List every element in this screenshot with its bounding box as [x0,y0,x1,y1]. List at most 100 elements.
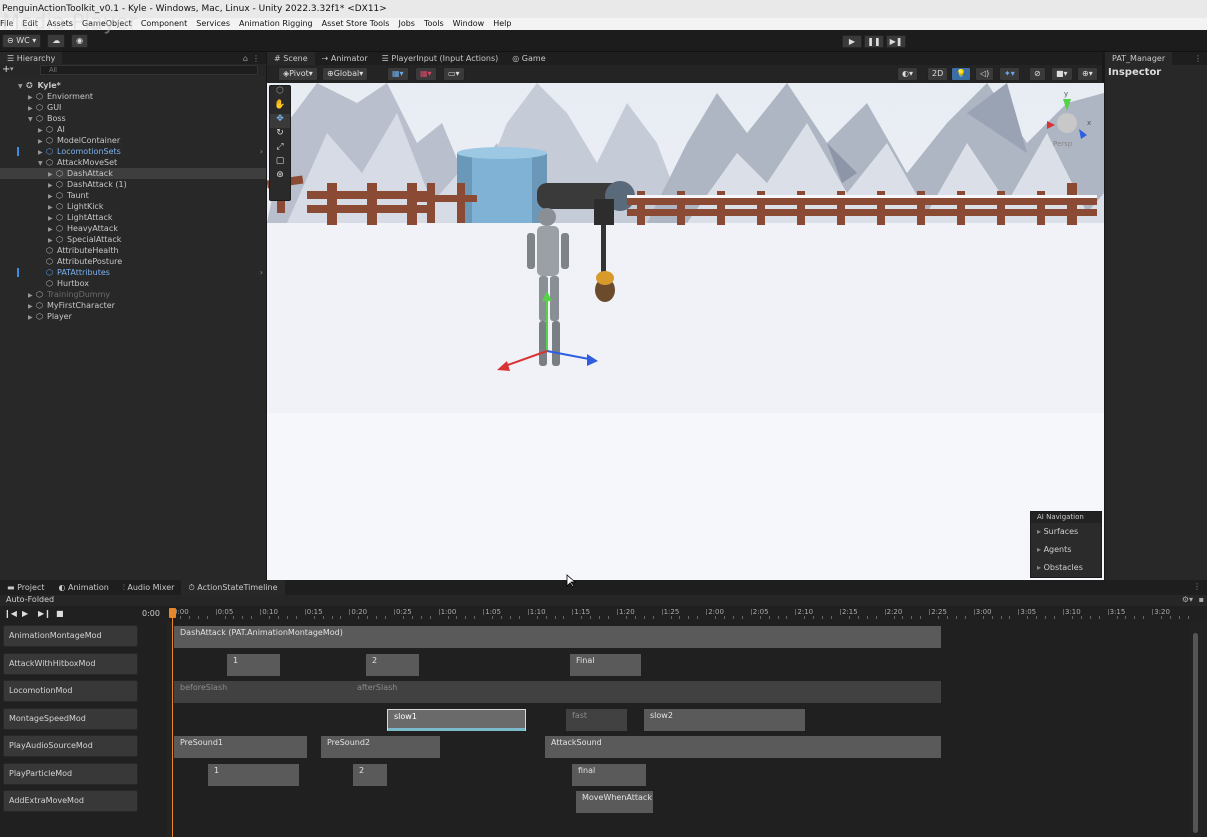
draw-mode-icon[interactable]: ◐▾ [897,67,918,81]
tab-audio-mixer[interactable]: ⫶ Audio Mixer [116,580,182,595]
scale-tool-icon[interactable]: ⤢ [270,142,290,156]
menu-item[interactable]: Asset Store Tools [322,19,390,28]
ai-nav-item-obstacles[interactable]: ▸ Obstacles [1031,559,1101,577]
scrollbar-thumb[interactable] [1193,633,1198,833]
step-button[interactable]: ▶❚ [886,35,906,48]
hierarchy-item[interactable]: ▶ ⬡ DashAttack (1) [0,179,266,190]
timeline-clip[interactable]: PreSound1 [174,736,307,758]
account-dropdown[interactable]: ⊖ WC ▾ [2,34,42,48]
hierarchy-item[interactable]: ▶ ⬡ SpecialAttack [0,234,266,245]
tab-animation[interactable]: ◐ Animation [51,580,115,595]
timeline-clip[interactable]: Final [570,653,641,676]
hierarchy-item[interactable]: ▶ ⬡ DashAttack [0,168,266,179]
tab-game[interactable]: ◎ Game [505,52,552,65]
hierarchy-item[interactable]: ⬡ Hurtbox [0,278,266,289]
timeline-clip[interactable]: AttackSound [545,736,941,758]
hierarchy-item[interactable]: ▼ ⬡ AttackMoveSet [0,157,266,168]
timeline-clip[interactable]: 1 [208,763,299,786]
auto-folded-label[interactable]: Auto-Folded [6,595,54,604]
view-tool-icon[interactable]: ⬡ [270,86,290,100]
move-tool-icon[interactable]: ✥ [270,114,290,128]
hierarchy-item[interactable]: ⬡ PATAttributes › [0,267,266,278]
open-prefab-chevron-icon[interactable]: › [260,267,263,278]
gizmos-icon[interactable]: ⊕▾ [1077,67,1098,81]
collab-icon[interactable]: ◉ [71,34,89,48]
expand-arrow-icon[interactable]: ▶ [28,312,36,323]
timeline-clip[interactable]: PreSound2 [321,736,440,758]
hierarchy-item[interactable]: ▶ ⬡ ModelContainer [0,135,266,146]
hierarchy-item[interactable]: ▶ ⬡ LightKick [0,201,266,212]
hierarchy-item[interactable]: ▼ ⬡ Boss [0,113,266,124]
global-dropdown[interactable]: ⊕Global▾ [322,67,369,81]
hierarchy-item[interactable]: ⬡ AttributePosture [0,256,266,267]
rect-tool-icon[interactable]: ▢ [270,156,290,170]
timeline-clip[interactable]: fast [566,708,627,731]
menu-item[interactable]: Window [453,19,485,28]
menu-item[interactable]: Tools [424,19,444,28]
menu-item[interactable]: Services [196,19,230,28]
hierarchy-item[interactable]: ▶ ⬡ MyFirstCharacter [0,300,266,311]
transform-tool-icon[interactable]: ⊛ [270,170,290,184]
more-options-icon[interactable]: ⋮ [1194,52,1202,65]
hierarchy-item[interactable]: ⬡ AttributeHealth [0,245,266,256]
playhead-line[interactable] [172,609,173,837]
effects-icon[interactable]: ✦▾ [999,67,1020,81]
track-header[interactable]: AttackWithHitboxMod [3,652,138,675]
ai-nav-item-surfaces[interactable]: ▸ Surfaces [1031,523,1101,541]
mode-2d-button[interactable]: 2D [927,67,949,81]
tab-animator[interactable]: ⇢ Animator [315,52,375,65]
menu-item[interactable]: Animation Rigging [239,19,313,28]
menu-item[interactable]: Component [141,19,187,28]
track-header[interactable]: AddExtraMoveMod [3,790,138,812]
more-options-icon[interactable]: ⋮ [1193,580,1201,593]
pause-button[interactable]: ❚❚ [864,35,884,48]
grid-visibility-icon[interactable]: ▦▾ [415,67,437,81]
stop-icon[interactable]: ■ [56,609,64,618]
timeline-clip[interactable]: beforeSlash [174,681,351,703]
timeline-clip[interactable]: MoveWhenAttack [576,791,653,813]
hierarchy-item[interactable]: ▶ ⬡ TrainingDummy [0,289,266,300]
skip-end-icon[interactable]: ▶❙ [38,609,51,618]
camera-icon[interactable]: ■▾ [1051,67,1073,81]
hierarchy-item[interactable]: ▶ ⬡ LightAttack [0,212,266,223]
open-prefab-chevron-icon[interactable]: › [260,146,263,157]
track-header[interactable]: AnimationMontageMod [3,625,138,647]
increment-snap-icon[interactable]: ▭▾ [443,67,465,81]
menu-item[interactable]: Jobs [398,19,415,28]
playhead-handle[interactable] [169,608,176,618]
track-header[interactable]: PlayAudioSourceMod [3,735,138,757]
timeline-scrollbar[interactable] [1190,621,1207,837]
menu-item[interactable]: Help [493,19,511,28]
lock-icon[interactable]: ▪ [1199,595,1204,604]
hierarchy-item[interactable]: ▶ ⬡ Enviorment [0,91,266,102]
skip-start-icon[interactable]: ❙◀ [4,609,17,618]
play-button[interactable]: ▶ [842,35,862,48]
lighting-icon[interactable]: 💡 [951,67,971,81]
rotate-tool-icon[interactable]: ↻ [270,128,290,142]
hierarchy-item[interactable]: ▶ ⬡ HeavyAttack [0,223,266,234]
play-icon[interactable]: ▶ [22,609,28,618]
hand-tool-icon[interactable]: ✋ [270,100,290,114]
pivot-dropdown[interactable]: ◈Pivot▾ [278,67,318,81]
timeline-clip[interactable]: 1 [227,653,280,676]
cloud-icon[interactable]: ☁ [47,34,66,48]
tab-project[interactable]: ▬ Project [0,580,51,595]
tab-playerinput[interactable]: ☰ PlayerInput (Input Actions) [375,52,506,65]
timeline-clip[interactable]: final [572,763,646,786]
track-header[interactable]: PlayParticleMod [3,762,138,785]
tab-scene[interactable]: # Scene [267,52,315,65]
hidden-objects-icon[interactable]: ⊘ [1029,67,1046,81]
tab-actionstatetimeline[interactable]: ⏱ ActionStateTimeline [181,580,285,595]
hierarchy-item[interactable]: ▶ ⬡ Player [0,311,266,322]
track-header[interactable]: MontageSpeedMod [3,707,138,730]
timeline-clip[interactable]: DashAttack (PAT.AnimationMontageMod) [174,626,941,648]
track-header[interactable]: LocomotionMod [3,680,138,702]
grid-snap-icon[interactable]: ▦▾ [387,67,409,81]
hierarchy-search-input[interactable] [40,65,258,75]
timeline-clip[interactable]: 2 [353,763,387,786]
audio-icon[interactable]: ◁) [975,67,995,81]
scene-viewport[interactable]: y x Persp ⬡ ✋ ✥ ↻ ⤢ ▢ ⊛ AI Navigation ▸ … [267,83,1104,580]
timeline-ruler[interactable]: 0:00 0:05 0:10 0:15 0:20 0:25 1:00 1:05 1:10 1:15… [168,595,1190,621]
hierarchy-item[interactable]: ▶ ⬡ Taunt [0,190,266,201]
hierarchy-item[interactable]: ▶ ⬡ LocomotionSets › [0,146,266,157]
